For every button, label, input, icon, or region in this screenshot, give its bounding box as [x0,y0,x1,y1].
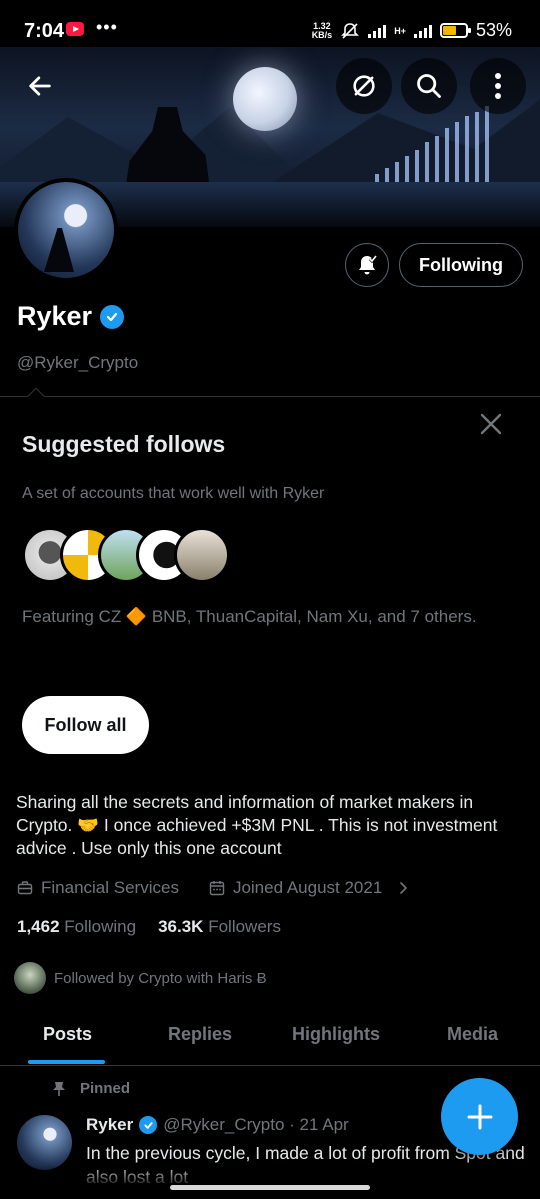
active-tab-indicator [28,1060,105,1064]
compose-button[interactable] [441,1078,518,1155]
followers-count: 36.3K [158,917,204,936]
network-type: H+ [394,25,406,36]
back-button[interactable] [12,58,68,114]
network-speed: 1.32 KB/s [311,20,333,40]
profile-category[interactable]: Financial Services [41,878,179,898]
status-time: 7:04 [24,20,65,42]
banner-moon [233,67,297,131]
status-indicators: 1.32 KB/s H+ 53% [312,20,512,41]
post-header: Ryker @Ryker_Crypto · 21 Apr [86,1115,349,1135]
battery-icon [439,23,471,38]
suggested-follows-title: Suggested follows [22,431,226,457]
card-pointer [27,387,45,405]
tab-posts[interactable]: Posts [43,1024,92,1045]
youtube-notification-icon [66,22,84,36]
tab-replies[interactable]: Replies [168,1024,232,1045]
signal-icon [368,24,387,38]
chevron-right-icon[interactable] [396,881,410,895]
suggested-follows-description: A set of accounts that work well with Ry… [22,485,325,502]
following-button[interactable]: Following [399,243,523,287]
bottom-fade [0,1164,540,1199]
status-bar: 7:04 ••• 1.32 KB/s H+ 53% [0,0,540,50]
profile-meta: Financial Services Joined August 2021 [17,878,410,898]
post-handle-date: @Ryker_Crypto · 21 Apr [163,1115,349,1134]
grok-button[interactable] [336,58,392,114]
suggested-avatar-stack[interactable] [22,527,230,583]
profile-tabs: Posts Replies Highlights Media [0,1010,540,1066]
profile-joined-date: Joined August 2021 [232,878,383,897]
profile-name-row: Ryker [17,301,125,332]
suggested-avatar-other [174,527,230,583]
mute-icon [341,22,360,39]
plus-icon [467,1104,492,1129]
suggested-featuring-text: Featuring CZ 🔶 BNB, ThuanCapital, Nam Xu… [22,607,477,626]
more-notifications-icon: ••• [96,17,118,37]
close-icon [480,413,502,435]
notifications-button[interactable] [345,243,389,287]
post-author-name[interactable]: Ryker [86,1115,133,1135]
more-options-button[interactable] [470,58,526,114]
gesture-nav-bar[interactable] [170,1185,370,1190]
search-button[interactable] [401,58,457,114]
search-icon [417,74,441,98]
profile-name: Ryker [17,301,93,331]
mutual-follower-avatar [14,962,46,994]
follow-all-button[interactable]: Follow all [22,696,149,754]
follow-counts: 1,462 Following 36.3K Followers [17,917,281,937]
tab-highlights[interactable]: Highlights [292,1024,380,1045]
profile-bio: Sharing all the secrets and information … [16,792,498,858]
pinned-label: Pinned [80,1080,131,1097]
verified-badge-icon[interactable] [100,304,125,329]
following-count-label: Following [64,917,137,936]
suggested-follows-card: Suggested follows A set of accounts that… [0,387,540,786]
grok-icon [353,75,375,97]
signal-icon-2 [413,24,432,38]
followed-by-row[interactable]: Followed by Crypto with Haris Ƀ [14,962,267,994]
followers-count-label: Followers [208,917,281,936]
followed-by-text: Followed by Crypto with Haris Ƀ [54,969,267,987]
arrow-left-icon [29,76,51,96]
following-count-link[interactable]: 1,462 Following [17,917,136,937]
verified-badge-icon [139,1116,158,1134]
pinned-label-row: Pinned [52,1080,130,1097]
profile-avatar[interactable] [14,178,118,282]
post-author-avatar[interactable] [17,1115,72,1170]
calendar-icon [209,881,225,896]
tab-media[interactable]: Media [447,1024,498,1045]
battery-percent: 53% [475,20,512,40]
bell-subscribed-icon [359,255,378,275]
pin-icon [53,1081,65,1096]
profile-handle: @Ryker_Crypto [17,353,139,372]
following-count: 1,462 [17,917,60,936]
more-vertical-icon [495,73,501,99]
briefcase-icon [17,881,33,895]
followers-count-link[interactable]: 36.3K Followers [158,917,281,937]
close-suggestions-button[interactable] [478,411,504,437]
